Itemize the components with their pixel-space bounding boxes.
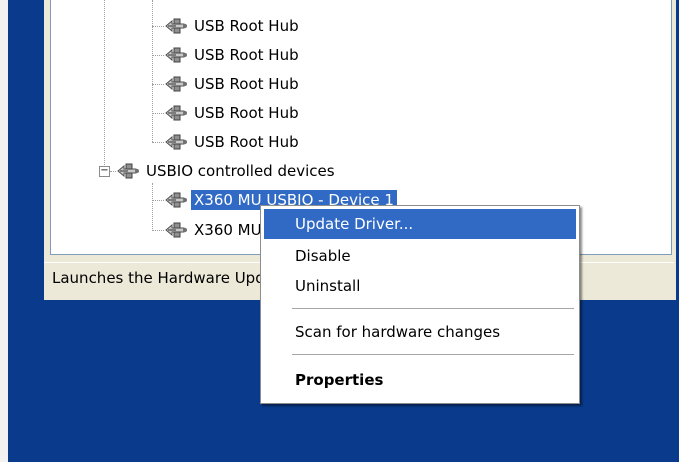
context-menu: Update Driver... Disable Uninstall Scan … (260, 205, 580, 404)
menu-item-properties[interactable]: Properties (264, 365, 576, 395)
menu-item-scan-hardware[interactable]: Scan for hardware changes (264, 317, 576, 347)
usb-device-icon (164, 219, 188, 241)
menu-item-disable[interactable]: Disable (264, 241, 576, 271)
tree-item-usb-root-hub[interactable]: USB Root Hub (164, 14, 302, 38)
usb-device-icon (164, 189, 188, 211)
collapse-toggle-icon[interactable]: − (99, 166, 110, 177)
menu-item-label: Disable (295, 247, 351, 265)
menu-item-label: Scan for hardware changes (295, 323, 501, 341)
tree-item-usb-root-hub[interactable]: USB Root Hub (164, 72, 302, 96)
usb-device-icon (164, 102, 188, 124)
menu-item-update-driver[interactable]: Update Driver... (264, 209, 576, 239)
desktop-edge (0, 0, 8, 462)
tree-item-usb-root-hub[interactable]: USB Root Hub (164, 130, 302, 154)
menu-separator (292, 308, 574, 309)
menu-item-uninstall[interactable]: Uninstall (264, 271, 576, 301)
tree-connector (152, 0, 153, 142)
tree-item-usb-root-hub[interactable]: USB Root Hub (164, 101, 302, 125)
usb-device-icon (164, 15, 188, 37)
tree-item-label: USB Root Hub (194, 17, 299, 35)
menu-separator (292, 354, 574, 355)
usb-device-icon (164, 73, 188, 95)
menu-item-label: Properties (295, 371, 384, 389)
usb-device-icon (164, 44, 188, 66)
tree-item-label: USB Root Hub (194, 104, 299, 122)
tree-item-label: USB Root Hub (194, 75, 299, 93)
tree-connector (152, 183, 153, 231)
tree-category-label: USBIO controlled devices (146, 162, 335, 180)
usb-device-icon (164, 131, 188, 153)
usb-device-icon (116, 160, 140, 182)
tree-item-usb-root-hub[interactable]: USB Root Hub (164, 43, 302, 67)
menu-item-label: Uninstall (295, 277, 361, 295)
tree-category-usbio[interactable]: USBIO controlled devices (116, 159, 338, 183)
tree-item-label: USB Root Hub (194, 133, 299, 151)
menu-item-label: Update Driver... (295, 215, 414, 233)
tree-connector (104, 0, 105, 165)
tree-item-label: USB Root Hub (194, 46, 299, 64)
